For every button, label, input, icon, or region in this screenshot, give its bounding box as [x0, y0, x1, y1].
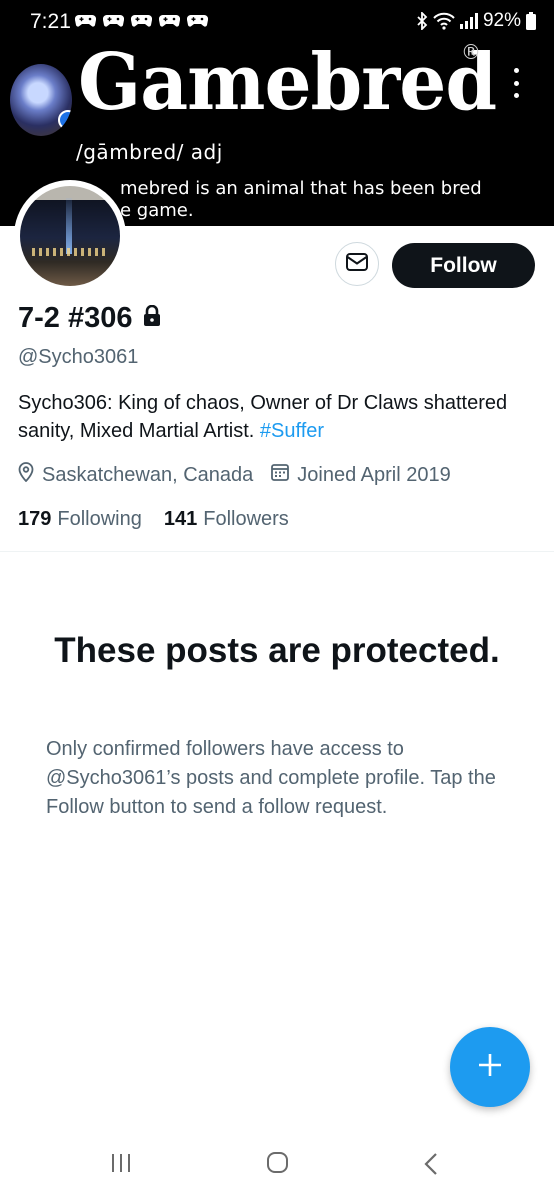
display-name-text: 7-2 #306 [18, 302, 133, 334]
avatar-image [20, 186, 120, 286]
dot [513, 80, 519, 86]
lock-icon [143, 302, 161, 335]
banner-definition-line2: e game. [120, 200, 194, 221]
gamepad-icon [103, 14, 124, 27]
profile-bio: Sycho306: King of chaos, Owner of Dr Cla… [18, 389, 538, 445]
home-button[interactable] [267, 1152, 288, 1173]
bluetooth-icon [416, 12, 428, 30]
system-nav-bar [0, 1130, 554, 1200]
followers-count: 141 [163, 508, 198, 530]
protected-body: Only confirmed followers have access to … [46, 738, 496, 818]
more-options-button[interactable] [508, 68, 524, 98]
banner-brand-text: Gamebred [78, 37, 497, 129]
mail-icon [346, 253, 368, 275]
bio-hashtag-link[interactable]: #Suffer [260, 420, 324, 442]
profile-joined: Joined April 2019 [271, 463, 451, 487]
registered-mark: ® [461, 40, 481, 64]
battery-percent: 92% [482, 10, 521, 31]
chevron-left-icon [424, 1153, 438, 1180]
bar [120, 1154, 122, 1172]
avatar-light-beam [66, 198, 72, 254]
followers-link[interactable]: 141 Followers [164, 508, 289, 531]
gamepad-icon [131, 14, 152, 27]
profile-handle: @Sycho3061 [18, 346, 139, 368]
gamepad-icon [75, 14, 96, 27]
calendar-icon [271, 463, 290, 487]
joined-text: Joined April 2019 [297, 463, 451, 486]
location-text: Saskatchewan, Canada [42, 463, 254, 486]
following-link[interactable]: 179 Following [18, 508, 142, 531]
avatar-city-lights [32, 248, 108, 256]
follow-button[interactable]: Follow [392, 243, 535, 288]
status-time: 7:21 [30, 10, 71, 33]
back-nav-button[interactable] [424, 1152, 438, 1180]
dot [513, 68, 519, 73]
notification-dot [202, 21, 207, 26]
location-pin-icon [18, 462, 34, 488]
wifi-icon [433, 12, 455, 30]
back-button-avatar[interactable] [10, 64, 72, 136]
followers-label: Followers [203, 508, 289, 530]
profile-avatar[interactable] [14, 180, 126, 292]
profile-meta: Saskatchewan, Canada Joined April 2019 [18, 462, 451, 488]
bar [128, 1154, 130, 1172]
status-indicators: 92% [416, 10, 536, 32]
notification-icons [75, 14, 208, 27]
gamepad-icon [159, 14, 180, 27]
message-button[interactable] [335, 242, 379, 286]
compose-post-button[interactable] [450, 1027, 530, 1107]
profile-location: Saskatchewan, Canada [18, 462, 253, 488]
banner-pronunciation: /gāmbred/ adj [76, 140, 223, 164]
avatar-badge [58, 110, 72, 130]
follow-counts: 179 Following 141 Followers [18, 508, 289, 531]
display-name: 7-2 #306 [18, 302, 161, 335]
dot [513, 93, 519, 98]
plus-icon [477, 1052, 503, 1082]
bar [112, 1154, 114, 1172]
section-divider [0, 551, 554, 552]
banner-definition-line1: mebred is an animal that has been bred [120, 178, 482, 199]
protected-title: These posts are protected. [54, 631, 500, 670]
banner-definition: mebred is an animal that has been bred e… [120, 178, 520, 222]
signal-icon [459, 13, 478, 29]
following-label: Following [57, 508, 142, 530]
battery-icon [526, 12, 536, 30]
recent-apps-button[interactable] [112, 1154, 130, 1172]
following-count: 179 [18, 508, 52, 530]
